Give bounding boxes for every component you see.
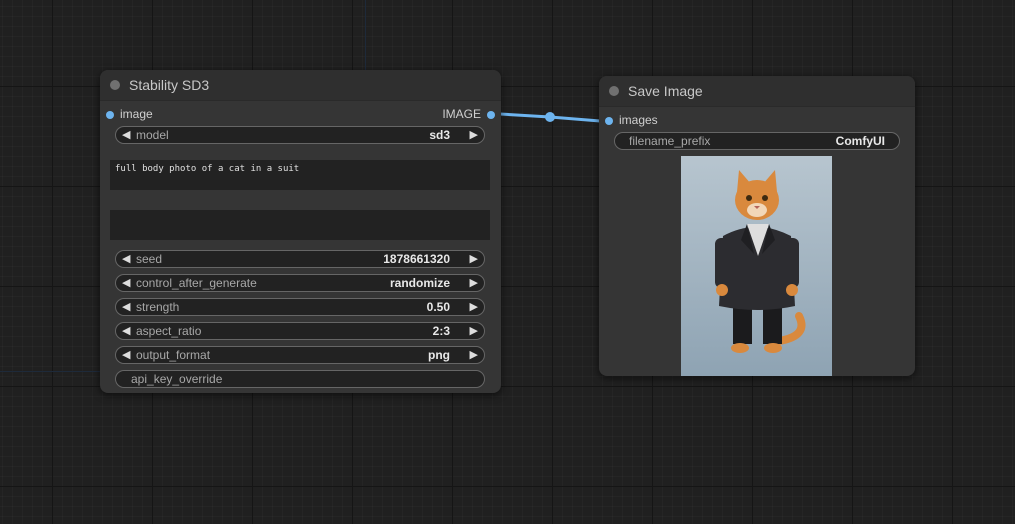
decrement-arrow-icon[interactable]: ◀ bbox=[122, 347, 130, 364]
widget-value: randomize bbox=[389, 276, 450, 290]
input-connector-icon[interactable] bbox=[605, 117, 613, 125]
decrement-arrow-icon[interactable]: ◀ bbox=[122, 299, 130, 316]
increment-arrow-icon[interactable]: ▶ bbox=[470, 347, 478, 364]
output-format-combo[interactable]: ◀ output_format png ▶ bbox=[115, 346, 485, 364]
widget-label: seed bbox=[136, 252, 163, 266]
graph-canvas[interactable]: Stability SD3 image IMAGE ◀ model sd3 ▶ … bbox=[0, 0, 1015, 524]
strength-number-input[interactable]: ◀ strength 0.50 ▶ bbox=[115, 298, 485, 316]
decrement-arrow-icon[interactable]: ◀ bbox=[122, 251, 130, 268]
widget-label: output_format bbox=[136, 348, 211, 362]
widget-label: aspect_ratio bbox=[136, 324, 202, 338]
cat-in-suit-image bbox=[681, 156, 832, 376]
save-image-node[interactable]: Save Image images filename_prefix ComfyU… bbox=[599, 76, 915, 376]
model-combo[interactable]: ◀ model sd3 ▶ bbox=[115, 126, 485, 144]
increment-arrow-icon[interactable]: ▶ bbox=[470, 251, 478, 268]
control-after-generate-combo[interactable]: ◀ control_after_generate randomize ▶ bbox=[115, 274, 485, 292]
increment-arrow-icon[interactable]: ▶ bbox=[470, 323, 478, 340]
prompt-textarea[interactable]: full body photo of a cat in a suit bbox=[110, 160, 490, 190]
node-header[interactable]: Save Image bbox=[599, 76, 915, 107]
widget-value: sd3 bbox=[429, 128, 450, 142]
input-slot-label: images bbox=[619, 113, 658, 127]
link-midpoint-handle bbox=[545, 112, 555, 122]
collapse-dot-icon[interactable] bbox=[110, 80, 120, 90]
widget-label: strength bbox=[136, 300, 180, 314]
seed-number-input[interactable]: ◀ seed 1878661320 ▶ bbox=[115, 250, 485, 268]
output-connector-icon[interactable] bbox=[487, 111, 495, 119]
widget-label: filename_prefix bbox=[629, 134, 711, 148]
images-input-slot[interactable]: images bbox=[599, 113, 749, 129]
decrement-arrow-icon[interactable]: ◀ bbox=[122, 127, 130, 144]
image-output-slot[interactable]: IMAGE bbox=[321, 107, 501, 123]
decrement-arrow-icon[interactable]: ◀ bbox=[122, 275, 130, 292]
node-header[interactable]: Stability SD3 bbox=[100, 70, 501, 101]
image-input-slot[interactable]: image bbox=[100, 107, 280, 123]
node-title: Save Image bbox=[628, 83, 703, 99]
collapse-dot-icon[interactable] bbox=[609, 86, 619, 96]
decrement-arrow-icon[interactable]: ◀ bbox=[122, 323, 130, 340]
widget-value: 2:3 bbox=[432, 324, 450, 338]
increment-arrow-icon[interactable]: ▶ bbox=[470, 299, 478, 316]
negative-prompt-textarea[interactable] bbox=[110, 210, 490, 240]
node-title: Stability SD3 bbox=[129, 77, 210, 93]
input-connector-icon[interactable] bbox=[106, 111, 114, 119]
stability-sd3-node[interactable]: Stability SD3 image IMAGE ◀ model sd3 ▶ … bbox=[100, 70, 501, 393]
increment-arrow-icon[interactable]: ▶ bbox=[470, 127, 478, 144]
widget-label: control_after_generate bbox=[136, 276, 257, 290]
widget-value: 1878661320 bbox=[383, 252, 450, 266]
aspect-ratio-combo[interactable]: ◀ aspect_ratio 2:3 ▶ bbox=[115, 322, 485, 340]
widget-value: 0.50 bbox=[426, 300, 450, 314]
output-slot-label: IMAGE bbox=[442, 107, 481, 121]
widget-value: png bbox=[428, 348, 450, 362]
output-image-preview[interactable] bbox=[681, 156, 832, 376]
api-key-override-input[interactable]: api_key_override bbox=[115, 370, 485, 388]
widget-label: model bbox=[136, 128, 169, 142]
widget-value: ComfyUI bbox=[835, 134, 885, 148]
widget-label: api_key_override bbox=[131, 372, 223, 386]
input-slot-label: image bbox=[120, 107, 153, 121]
filename-prefix-input[interactable]: filename_prefix ComfyUI bbox=[614, 132, 900, 150]
increment-arrow-icon[interactable]: ▶ bbox=[470, 275, 478, 292]
